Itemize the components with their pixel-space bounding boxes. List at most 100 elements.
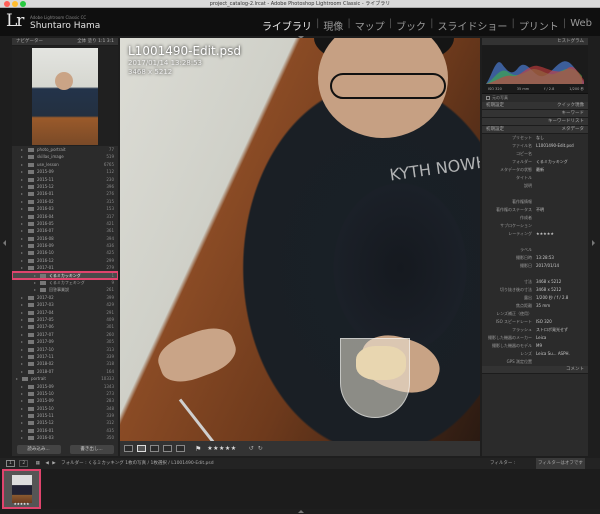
folder-row[interactable]: ▸ 2016-01 435: [12, 427, 118, 434]
folder-row[interactable]: ▸ 2015-10 273: [12, 390, 118, 397]
disclosure-icon[interactable]: ▸: [21, 235, 23, 242]
left-panel-toggle-icon[interactable]: [3, 240, 6, 246]
zoom-fit[interactable]: 全体: [77, 39, 86, 44]
metadata-row[interactable]: メタデータの状態 最新: [482, 166, 588, 174]
metadata-row[interactable]: 撮影日 2017/01/14: [482, 262, 588, 270]
metadata-value[interactable]: ストロボ発光せず: [536, 326, 568, 334]
export-button[interactable]: 書き出し...: [69, 444, 114, 454]
folder-row[interactable]: ▸ 2016-10 425: [12, 249, 118, 256]
histogram[interactable]: ISO 320 35 mm f / 2.8 1/200 秒: [482, 46, 588, 94]
metadata-row[interactable]: フラッシュ ストロボ発光せず: [482, 326, 588, 334]
disclosure-icon[interactable]: ▸: [21, 397, 23, 404]
metadata-row[interactable]: フォルダー くるミカッキング: [482, 158, 588, 166]
loupe-view-icon[interactable]: [137, 445, 146, 452]
zoom-fill[interactable]: 塗り: [88, 39, 97, 44]
disclosure-icon[interactable]: ▸: [21, 390, 23, 397]
folder-row[interactable]: ▸ 2017-01 279: [12, 264, 118, 271]
disclosure-icon[interactable]: ▸: [21, 161, 23, 168]
folder-row[interactable]: ▸ 2017-10 313: [12, 346, 118, 353]
folder-row[interactable]: ▸ 2016-08 394: [12, 235, 118, 242]
navigator-header[interactable]: ナビゲーター 全体 塗り 1:1 3:1: [12, 38, 118, 46]
folder-row[interactable]: ▸ 2016-01 276: [12, 190, 118, 197]
disclosure-icon[interactable]: ▸: [21, 309, 23, 316]
metadata-row[interactable]: 撮影日時 13:28:53: [482, 254, 588, 262]
folder-row[interactable]: ▸ 2017-06 301: [12, 323, 118, 330]
disclosure-icon[interactable]: ▸: [21, 383, 23, 390]
module-0[interactable]: ライブラリ: [258, 18, 316, 33]
metadata-row[interactable]: タイトル: [482, 174, 588, 182]
metadata-row[interactable]: 著作権のステータス 不明: [482, 206, 588, 214]
filmstrip-thumbnail[interactable]: ★★★★★: [2, 469, 41, 509]
folder-row[interactable]: ▸ 回答事業説 261: [12, 286, 118, 293]
metadata-row[interactable]: [482, 190, 588, 198]
metadata-row[interactable]: 露出 1/200 秒 / f / 2.8: [482, 294, 588, 302]
module-3[interactable]: ブック: [392, 18, 430, 33]
disclosure-icon[interactable]: ▸: [21, 434, 23, 441]
folder-row[interactable]: ▸ 2016-05 421: [12, 220, 118, 227]
disclosure-icon[interactable]: ▸: [21, 316, 23, 323]
folder-row[interactable]: ▸ 2015-11 339: [12, 412, 118, 419]
metadata-row[interactable]: 切り抜き後の寸法 3468 x 5212: [482, 286, 588, 294]
folder-row[interactable]: ▸ 2016-09 436: [12, 242, 118, 249]
folder-row[interactable]: ▸ 2017-07 260: [12, 331, 118, 338]
disclosure-icon[interactable]: ▸: [21, 168, 23, 175]
module-1[interactable]: 現像: [319, 18, 347, 33]
disclosure-icon[interactable]: ▸: [21, 405, 23, 412]
folder-row[interactable]: ▸ portrait 10333: [12, 375, 118, 382]
metadata-value[interactable]: M9: [536, 342, 542, 350]
metadata-row[interactable]: GPS 測定位置: [482, 358, 588, 366]
metadata-value[interactable]: Leica: [536, 334, 546, 342]
metadata-row[interactable]: 作成者: [482, 214, 588, 222]
disclosure-icon[interactable]: ▸: [21, 353, 23, 360]
folder-row[interactable]: ▸ 2015-12 312: [12, 419, 118, 426]
folder-row[interactable]: ▸ skillas_image 519: [12, 153, 118, 160]
metadata-row[interactable]: [482, 238, 588, 246]
metadata-value[interactable]: くるミカッキング: [536, 158, 568, 166]
metadata-header[interactable]: 初期設定 メタデータ: [482, 126, 588, 134]
zoom-1to1[interactable]: 1:1: [98, 39, 105, 44]
metadata-row[interactable]: サブロケーション: [482, 222, 588, 230]
disclosure-icon[interactable]: ▸: [21, 412, 23, 419]
disclosure-icon[interactable]: ▸: [21, 294, 23, 301]
metadata-value[interactable]: 35 mm: [536, 302, 550, 310]
folder-row[interactable]: ▸ 2017-03 429: [12, 301, 118, 308]
metadata-row[interactable]: ラベル: [482, 246, 588, 254]
metadata-row[interactable]: 焦点距離 35 mm: [482, 302, 588, 310]
metadata-value[interactable]: 1/200 秒 / f / 2.8: [536, 294, 568, 302]
folder-row[interactable]: ▸ 2016-04 317: [12, 213, 118, 220]
metadata-row[interactable]: 著作権情報: [482, 198, 588, 206]
folder-row[interactable]: ▸ 2016-03 350: [12, 434, 118, 441]
disclosure-icon[interactable]: ▸: [21, 338, 23, 345]
disclosure-icon[interactable]: ▸: [21, 368, 23, 375]
metadata-value[interactable]: ★★★★★: [536, 230, 554, 238]
module-6[interactable]: Web: [566, 18, 596, 33]
metadata-row[interactable]: ISO スピードレート ISO 320: [482, 318, 588, 326]
disclosure-icon[interactable]: ▸: [21, 264, 23, 271]
disclosure-icon[interactable]: ▸: [34, 286, 36, 293]
folder-row[interactable]: ▸ 2015-09 283: [12, 397, 118, 404]
page-2-button[interactable]: 2: [19, 460, 29, 467]
keyword-list-header[interactable]: キーワードリスト: [482, 118, 588, 126]
back-icon[interactable]: ◀: [45, 461, 48, 466]
metadata-value[interactable]: 13:28:53: [536, 254, 554, 262]
metadata-row[interactable]: 説明: [482, 182, 588, 190]
grid-icon[interactable]: ▦: [36, 461, 40, 466]
folder-row[interactable]: ▸ 2018-07 164: [12, 368, 118, 375]
folder-row[interactable]: ▸ 2015-09 1343: [12, 383, 118, 390]
folder-row[interactable]: ▸ 2017-02 399: [12, 294, 118, 301]
metadata-value[interactable]: 2017/01/14: [536, 262, 559, 270]
disclosure-icon[interactable]: ▸: [21, 146, 23, 153]
metadata-value[interactable]: 最新: [536, 166, 544, 174]
people-view-icon[interactable]: [176, 445, 185, 452]
disclosure-icon[interactable]: ▸: [21, 360, 23, 367]
metadata-row[interactable]: 撮影した機器のモデル M9: [482, 342, 588, 350]
zoom-3to1[interactable]: 3:1: [107, 39, 114, 44]
metadata-row[interactable]: コピー名: [482, 150, 588, 158]
folder-row[interactable]: ▸ 2016-07 361: [12, 227, 118, 234]
metadata-value[interactable]: 3468 x 5212: [536, 286, 561, 294]
folder-row[interactable]: ▸ 2017-11 339: [12, 353, 118, 360]
folder-row[interactable]: ▸ 2017-04 291: [12, 309, 118, 316]
metadata-row[interactable]: レーティング ★★★★★: [482, 230, 588, 238]
metadata-row[interactable]: レンズ Leica Su... ASPH.: [482, 350, 588, 358]
survey-view-icon[interactable]: [163, 445, 172, 452]
